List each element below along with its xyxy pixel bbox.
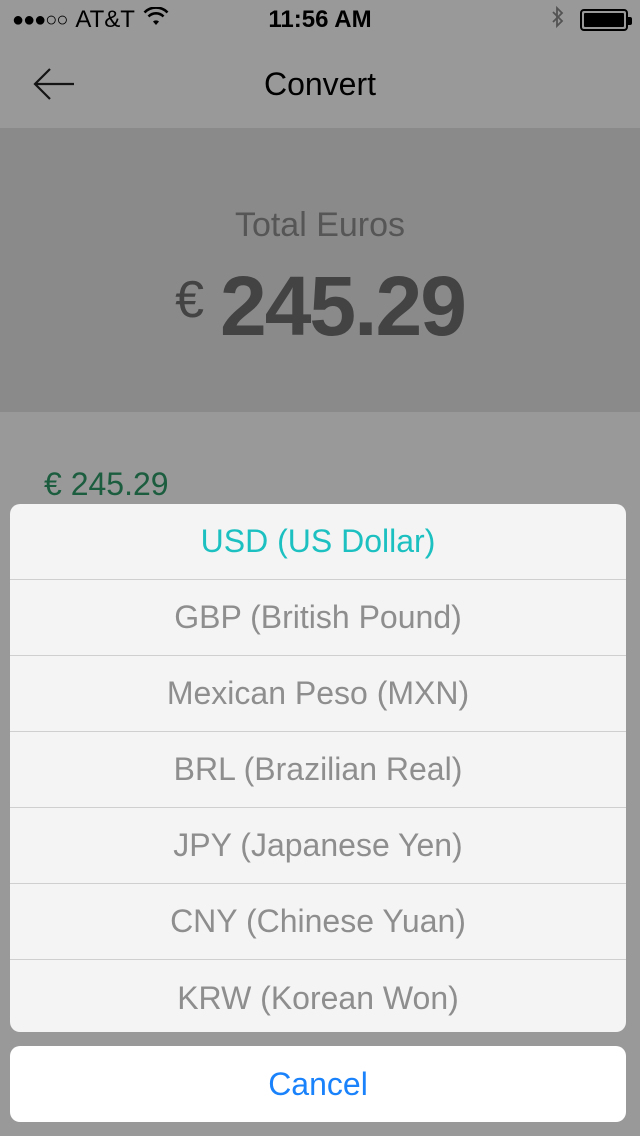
currency-option-gbp[interactable]: GBP (British Pound) [10, 580, 626, 656]
currency-option-jpy[interactable]: JPY (Japanese Yen) [10, 808, 626, 884]
currency-option-brl[interactable]: BRL (Brazilian Real) [10, 732, 626, 808]
cancel-button[interactable]: Cancel [10, 1046, 626, 1122]
currency-action-sheet: USD (US Dollar) GBP (British Pound) Mexi… [10, 504, 626, 1032]
currency-option-usd[interactable]: USD (US Dollar) [10, 504, 626, 580]
currency-option-cny[interactable]: CNY (Chinese Yuan) [10, 884, 626, 960]
currency-option-krw[interactable]: KRW (Korean Won) [10, 960, 626, 1032]
currency-option-mxn[interactable]: Mexican Peso (MXN) [10, 656, 626, 732]
